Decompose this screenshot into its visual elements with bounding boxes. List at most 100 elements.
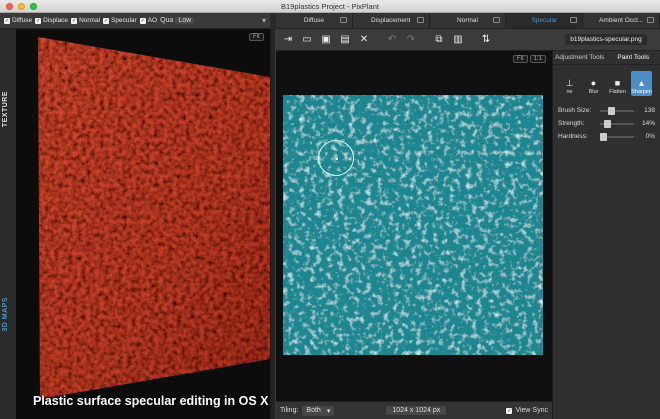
redo-icon[interactable]: ↷ [403, 32, 419, 48]
param-label: Brush Size: [558, 107, 592, 114]
close-icon[interactable]: ✕ [356, 32, 372, 48]
hardness-param: Hardness: 0% [553, 130, 660, 143]
side-tab-3d-maps[interactable]: 3D MAPS [2, 297, 9, 332]
open-folder-icon[interactable]: ▭ [299, 32, 315, 48]
detach-icon[interactable] [646, 17, 654, 23]
left-side-tabs: TEXTURE 3D MAPS [0, 29, 16, 419]
blur-brush-button[interactable]: ● Blur [583, 71, 604, 96]
tab-normal[interactable]: Normal [430, 13, 507, 28]
clone-brush-button[interactable]: ⊥ ne [559, 71, 580, 96]
status-bar: Tiling: Both ▾ 1024 x 1024 px ✓ View Syn… [276, 401, 552, 419]
window-title: B19plastics Project - PixPlant [281, 2, 379, 11]
param-value: 14% [641, 120, 655, 127]
quality-label: Qua [160, 17, 174, 24]
drop-icon: ● [590, 78, 597, 88]
brush-label: ne [566, 89, 573, 95]
strength-param: Strength: 14% [553, 117, 660, 130]
detach-icon[interactable] [339, 17, 347, 23]
checkmark-icon: ✓ [4, 17, 10, 24]
2d-texture-canvas[interactable]: Fit 1:1 [276, 51, 552, 401]
triangle-icon: ▲ [637, 78, 646, 88]
canvas-actual-size-button[interactable]: 1:1 [529, 55, 546, 63]
checkmark-icon: ✓ [35, 17, 42, 24]
tab-specular[interactable]: Specular [506, 13, 584, 28]
normal-checkbox[interactable]: ✓ Normal [71, 17, 100, 24]
import-icon[interactable]: ⇥ [280, 32, 296, 48]
param-value: 138 [644, 107, 655, 114]
tiling-label: Tiling: [280, 407, 299, 414]
tab-label: Displacement [371, 17, 411, 24]
tab-paint-tools[interactable]: Paint Tools [607, 51, 660, 64]
square-icon: ■ [614, 78, 621, 88]
specular-checkbox[interactable]: ✓ Specular [103, 17, 137, 24]
tab-label: Specular [531, 17, 558, 24]
hardness-slider[interactable] [600, 132, 634, 141]
tab-adjustment-tools[interactable]: Adjustment Tools [553, 51, 607, 64]
detach-icon[interactable] [570, 17, 578, 23]
tab-diffuse[interactable]: Diffuse [276, 13, 353, 28]
tiling-value: Both [306, 407, 321, 414]
tiling-select[interactable]: Both ▾ [302, 405, 335, 416]
filename-display: b19plastics-specular.png [552, 29, 660, 51]
brush-cursor [318, 140, 354, 176]
save-as-icon[interactable]: ▤ [337, 32, 353, 48]
tab-label: Normal [457, 17, 478, 24]
brush-label: Blur [588, 89, 599, 95]
filename-text: b19plastics-specular.png [565, 34, 647, 45]
undo-icon[interactable]: ↶ [384, 32, 400, 48]
zoom-controls: Fit 1:1 [512, 55, 546, 63]
flatten-brush-button[interactable]: ■ Flatten [607, 71, 628, 96]
3d-preview-viewport[interactable] [0, 29, 270, 419]
ao-checkbox[interactable]: ✓ AO [139, 17, 158, 24]
sharpen-brush-button[interactable]: ▲ Sharpen [631, 71, 652, 96]
title-bar: B19plastics Project - PixPlant [0, 0, 660, 13]
tools-panel: Adjustment Tools Paint Tools ⊥ ne ● Blur ■… [552, 51, 660, 419]
specular-texture-preview [283, 95, 543, 355]
slider-knob[interactable] [600, 132, 607, 141]
tab-label: Ambient Occl... [599, 17, 644, 24]
checkmark-icon: ✓ [71, 17, 78, 24]
slider-knob[interactable] [608, 106, 616, 115]
tab-label: Diffuse [303, 17, 324, 24]
detach-icon[interactable] [416, 17, 424, 23]
tab-ambient-occlusion[interactable]: Ambient Occl... [583, 13, 660, 28]
checkbox-label: Displace [43, 17, 69, 24]
save-icon[interactable]: ▣ [318, 32, 334, 48]
checkmark-icon: ✓ [506, 407, 513, 414]
texture-dimensions: 1024 x 1024 px [386, 406, 447, 415]
swap-icon[interactable]: ⇅ [478, 32, 494, 48]
paste-icon[interactable]: ▥ [450, 32, 466, 48]
param-label: Strength: [558, 120, 585, 127]
stamp-icon: ⊥ [565, 78, 574, 88]
slider-knob[interactable] [603, 119, 611, 128]
canvas-fit-button[interactable]: Fit [512, 55, 528, 63]
brush-label: Flatten [609, 89, 626, 95]
map-display-options: ✓ Diffuse ✓ Displace ✓ Normal ✓ Specular ✓ AO… [0, 13, 270, 29]
brush-label: Sharpen [631, 89, 652, 95]
checkbox-label: Diffuse [12, 17, 33, 24]
fit-button[interactable]: Fit [249, 33, 264, 41]
checkbox-label: Specular [111, 17, 137, 24]
chevron-down-icon[interactable]: ▾ [262, 16, 266, 25]
checkmark-icon: ✓ [103, 17, 110, 24]
checkmark-icon: ✓ [139, 17, 146, 24]
side-tab-texture[interactable]: TEXTURE [2, 91, 9, 127]
brush-size-slider[interactable] [600, 106, 634, 115]
copy-icon[interactable]: ⧉ [431, 32, 447, 48]
param-value: 0% [645, 133, 655, 140]
quality-dropdown[interactable]: Qua Low [160, 17, 195, 24]
3d-textured-surface [38, 37, 270, 399]
map-tabs: Diffuse Displacement Normal Specular Amb… [276, 13, 660, 29]
video-caption: Plastic surface specular editing in OS X [33, 394, 269, 408]
displace-checkbox[interactable]: ✓ Displace [35, 17, 68, 24]
checkbox-label: Normal [79, 17, 101, 24]
checkbox-label: AO [147, 17, 158, 24]
tab-displacement[interactable]: Displacement [353, 13, 430, 28]
diffuse-checkbox[interactable]: ✓ Diffuse [4, 17, 32, 24]
brush-size-param: Brush Size: 138 [553, 104, 660, 117]
detach-icon[interactable] [493, 17, 501, 23]
strength-slider[interactable] [600, 119, 634, 128]
brush-tool-list: ⊥ ne ● Blur ■ Flatten ▲ Sharpen [553, 65, 660, 96]
view-sync-checkbox[interactable]: ✓ View Sync [506, 407, 548, 414]
quality-value: Low [175, 17, 195, 24]
